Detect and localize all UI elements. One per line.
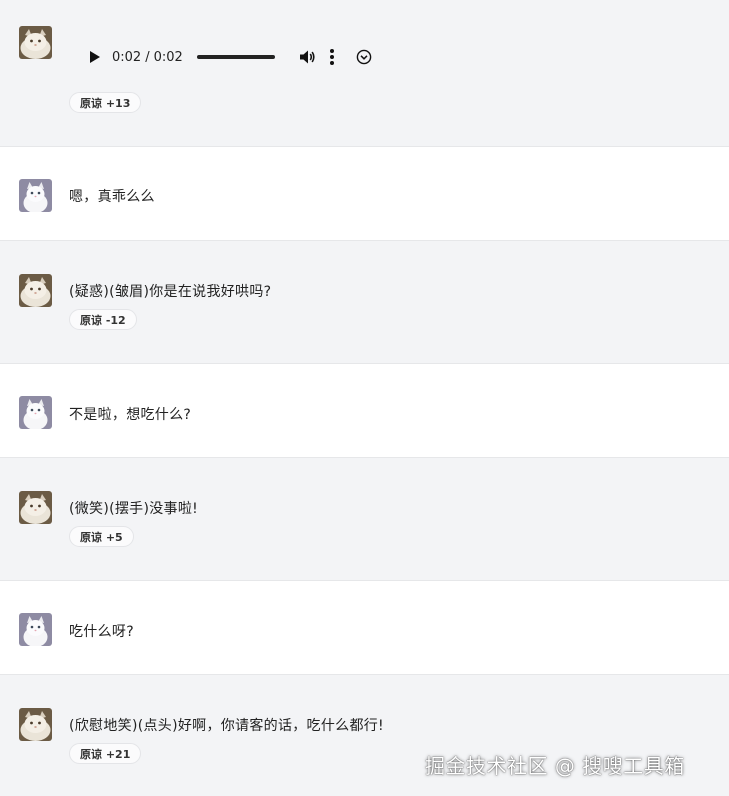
message-row-user: 不是啦，想吃什么? [0,364,729,458]
message-row-ai: (疑惑)(皱眉)你是在说我好哄吗? 原谅 -12 [0,241,729,364]
badge-label: 原谅 +21 [80,748,131,761]
white-cat-avatar [19,179,52,212]
audio-time: 0:02/0:02 [112,50,183,65]
forgiveness-badge: 原谅 +13 [69,92,142,113]
message-row-user: 嗯，真乖么么 [0,147,729,241]
badge-label: 原谅 +5 [80,531,123,544]
fluffy-cat-avatar [19,708,52,741]
message-text: (疑惑)(皱眉)你是在说我好哄吗? [69,284,272,300]
fluffy-cat-avatar [19,26,52,59]
white-cat-avatar [19,396,52,429]
chat-transcript: 0:02/0:02 原谅 +13 嗯，真乖么么 (疑惑)(皱眉)你是在说我好哄吗… [0,0,729,796]
message-row-user: 吃什么呀? [0,581,729,675]
audio-current-time: 0:02 [112,49,142,65]
fluffy-cat-avatar [19,274,52,307]
white-cat-avatar [19,613,52,646]
message-text: (微笑)(摆手)没事啦! [69,501,199,517]
audio-duration: 0:02 [153,49,183,65]
fluffy-cat-avatar [19,491,52,524]
forgiveness-badge: 原谅 +21 [69,743,142,764]
message-row-ai: 0:02/0:02 原谅 +13 [0,0,729,147]
audio-time-separator: / [145,49,150,65]
more-options-icon[interactable] [329,49,334,65]
message-text: 吃什么呀? [69,624,134,640]
volume-icon[interactable] [298,48,316,66]
watermark: 掘金技术社区 @ 搜嗖工具箱 [425,754,685,778]
download-icon[interactable] [356,49,372,65]
forgiveness-badge: 原谅 -12 [69,309,137,330]
audio-player[interactable]: 0:02/0:02 [77,38,397,76]
message-text: 嗯，真乖么么 [69,189,155,205]
badge-label: 原谅 +13 [80,97,131,110]
message-text: (欣慰地笑)(点头)好啊，你请客的话，吃什么都行! [69,718,384,734]
message-text: 不是啦，想吃什么? [69,407,192,423]
play-icon[interactable] [90,51,100,63]
audio-progress-bar[interactable] [196,55,275,59]
message-row-ai: (微笑)(摆手)没事啦! 原谅 +5 [0,458,729,581]
badge-label: 原谅 -12 [80,314,126,327]
forgiveness-badge: 原谅 +5 [69,526,134,547]
